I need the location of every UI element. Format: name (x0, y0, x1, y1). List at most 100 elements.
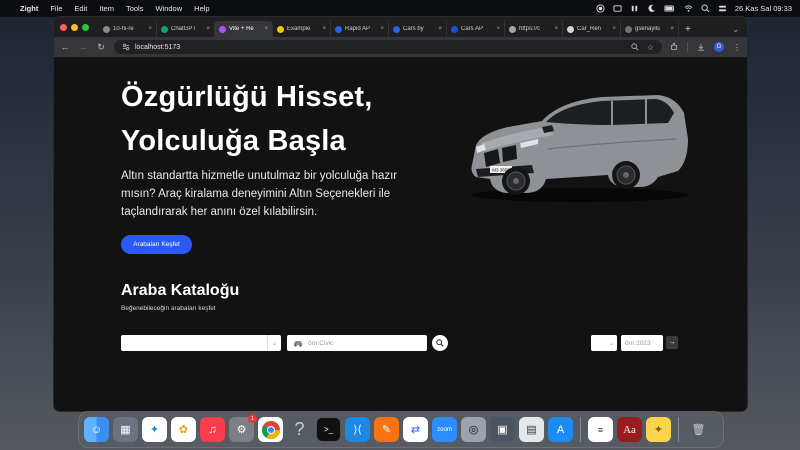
menubar-item-edit[interactable]: Edit (74, 4, 87, 13)
browser-tab[interactable]: Cars AP × (447, 21, 505, 37)
fuel-select[interactable]: ⌄ (591, 335, 617, 351)
postman-icon[interactable]: ✎ (374, 417, 399, 442)
finder-icon[interactable]: ☺ (84, 417, 109, 442)
tab-close-icon[interactable]: × (148, 26, 152, 32)
year-input[interactable]: örn:2023 (621, 335, 663, 351)
tab-label: Cars AP (461, 26, 484, 32)
browser-toolbar: ← → ↻ localhost:5173 ☆ G ⋮ (54, 37, 747, 57)
menubar-item-help[interactable]: Help (194, 4, 209, 13)
notes-icon[interactable]: ≡ (588, 417, 613, 442)
car-image: M3 3658 (471, 95, 688, 202)
tab-close-icon[interactable]: × (670, 26, 674, 32)
control-center-icon[interactable] (718, 4, 727, 13)
search-icon[interactable] (701, 4, 710, 13)
browser-tab[interactable]: Cars by × (389, 21, 447, 37)
brand-select[interactable]: ⌄ (121, 335, 281, 351)
menubar-item-item[interactable]: Item (99, 4, 114, 13)
bookmark-star-icon[interactable]: ☆ (647, 43, 654, 52)
menubar-app-name[interactable]: Zight (20, 4, 38, 13)
zoom-icon[interactable] (631, 42, 639, 51)
model-input[interactable]: örn:Civic (287, 335, 427, 351)
hero-subtitle: Altın standartta hizmetle unutulmaz bir … (121, 170, 398, 218)
back-icon[interactable]: ← (60, 42, 70, 52)
chevron-down-icon[interactable]: ⌄ (267, 335, 281, 351)
close-window-button[interactable] (60, 23, 67, 31)
maximize-window-button[interactable] (82, 23, 89, 31)
trash-icon[interactable]: 🗑 (686, 417, 711, 442)
browser-tab[interactable]: https://c × (505, 21, 563, 37)
search-button[interactable] (432, 335, 448, 351)
help-icon[interactable]: ? (287, 417, 312, 442)
browser-tab[interactable]: Example × (273, 21, 331, 37)
tab-favicon-icon (567, 25, 574, 33)
music-icon[interactable]: ♫ (200, 417, 225, 442)
reload-icon[interactable]: ↻ (96, 42, 106, 53)
tab-label: Car_Ren (577, 26, 602, 32)
tab-close-icon[interactable]: × (206, 26, 210, 32)
tab-close-icon[interactable]: × (496, 26, 500, 32)
chrome-icon[interactable] (258, 417, 283, 442)
menubar-item-file[interactable]: File (50, 4, 62, 13)
extensions-icon[interactable] (670, 43, 678, 51)
more-menu-icon[interactable]: ⋮ (733, 43, 741, 52)
pause-icon[interactable] (630, 4, 639, 13)
tab-close-icon[interactable]: × (554, 26, 558, 32)
tab-close-icon[interactable]: × (438, 26, 442, 32)
site-info-icon[interactable] (122, 43, 130, 51)
tab-strip: 10-hi-re × ChatGPT × Vite + Re × Example × Rapid… (54, 17, 747, 37)
tab-close-icon[interactable]: × (612, 26, 616, 32)
tab-favicon-icon (277, 25, 284, 33)
address-bar[interactable]: localhost:5173 ☆ (114, 40, 662, 54)
tab-close-icon[interactable]: × (322, 26, 326, 32)
quicktime-icon[interactable]: ◎ (461, 417, 486, 442)
menubar-item-tools[interactable]: Tools (126, 4, 144, 13)
tab-close-icon[interactable]: × (264, 26, 268, 32)
system-settings-icon[interactable]: ⚙ 1 (229, 414, 257, 442)
preview-icon[interactable]: ▤ (519, 417, 544, 442)
teamviewer-icon[interactable]: ⇄ (403, 417, 428, 442)
tab-search-icon[interactable]: ⌄ (724, 21, 747, 37)
vscode-icon[interactable]: ⟩⟨ (345, 417, 370, 442)
browser-tab[interactable]: gsenayils × (621, 21, 679, 37)
tab-favicon-icon (451, 25, 458, 33)
hero-title-line2: Yolculuğa Başla (121, 125, 346, 157)
tab-close-icon[interactable]: × (380, 26, 384, 32)
browser-tab[interactable]: 10-hi-re × (99, 21, 157, 37)
car-model-icon (293, 340, 303, 347)
year-submit-button[interactable]: → (666, 336, 678, 349)
browser-tab[interactable]: Car_Ren × (563, 21, 621, 37)
year-input-placeholder: örn:2023 (625, 339, 651, 347)
terminal-icon[interactable]: >_ (316, 417, 341, 442)
tab-label: ChatGPT (171, 26, 197, 32)
address-url: localhost:5173 (135, 43, 181, 51)
safari-icon[interactable]: ✦ (142, 417, 167, 442)
menubar-clock[interactable]: 26 Kas Sal 09:33 (735, 4, 792, 13)
download-icon[interactable] (697, 43, 705, 51)
tab-favicon-icon (625, 25, 632, 33)
toolbar-divider (687, 42, 688, 52)
tab-favicon-icon (219, 25, 226, 33)
zoom-icon[interactable]: zoom (432, 417, 457, 442)
tab-favicon-icon (161, 25, 168, 33)
moon-icon[interactable] (647, 4, 656, 13)
profile-avatar[interactable]: G (714, 42, 724, 52)
dictionary-icon[interactable]: Aa (617, 417, 642, 442)
explore-cars-button[interactable]: Arabaları Keşfet (121, 235, 192, 254)
battery-icon[interactable] (664, 4, 676, 13)
wifi-icon[interactable] (684, 4, 693, 13)
record-icon[interactable] (596, 4, 605, 13)
menu-extra-icon[interactable] (613, 4, 622, 13)
photos-icon[interactable]: ✿ (171, 417, 196, 442)
screenshot-icon[interactable]: ▣ (490, 417, 515, 442)
app-store-icon[interactable]: A (548, 417, 573, 442)
new-tab-button[interactable]: + (679, 21, 697, 37)
browser-tab[interactable]: Vite + Re × (215, 21, 273, 37)
browser-tab[interactable]: Rapid AP × (331, 21, 389, 37)
tips-icon[interactable]: ✦ (646, 417, 671, 442)
menubar-item-window[interactable]: Window (155, 4, 182, 13)
forward-icon[interactable]: → (78, 42, 88, 52)
minimize-window-button[interactable] (71, 23, 78, 31)
browser-tab[interactable]: ChatGPT × (157, 21, 215, 37)
launchpad-icon[interactable]: ▦ (113, 417, 138, 442)
tab-favicon-icon (509, 25, 516, 33)
